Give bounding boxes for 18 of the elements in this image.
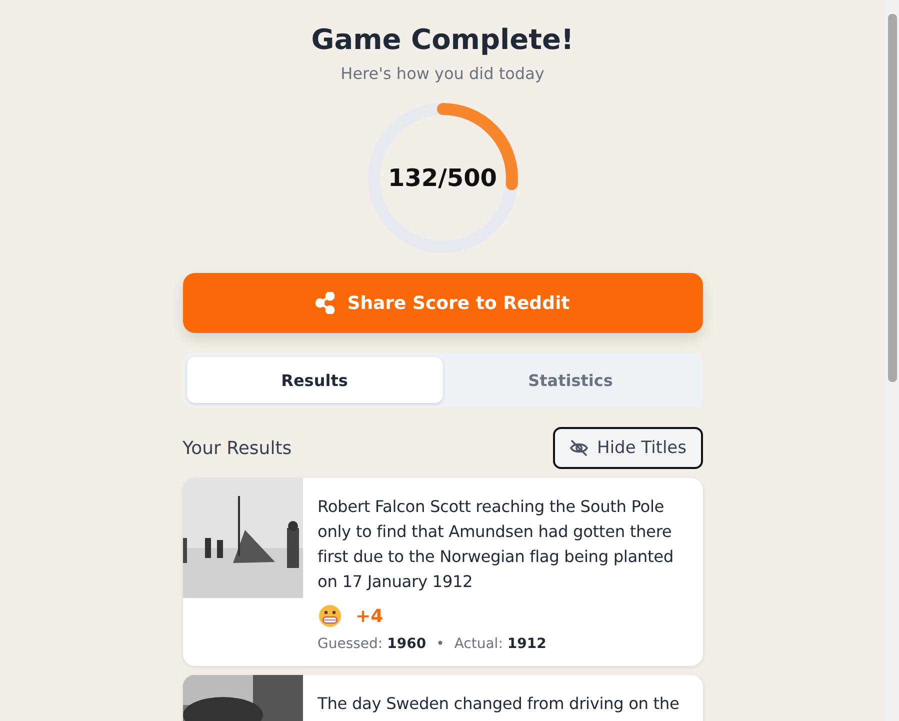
section-heading: Your Results: [182, 438, 292, 458]
page-title: Game Complete!: [311, 22, 574, 58]
share-icon: [315, 292, 336, 314]
points-earned: +4: [356, 606, 384, 626]
scrollbar-thumb[interactable]: [888, 14, 897, 382]
separator-dot: •: [436, 636, 444, 652]
actual-year: Actual: 1912: [454, 636, 546, 652]
score-text: 132/500: [388, 166, 497, 190]
tab[interactable]: Results: [186, 357, 442, 403]
eye-slash-icon: [569, 438, 590, 458]
event-title: The day Sweden changed from driving on the: [318, 693, 680, 715]
event-title: Robert Falcon Scott reaching the South Pole only to find that Amundsen had gotten there first due to the Norwegian flag being planted on 17 January 1912: [318, 496, 674, 593]
scrollbar[interactable]: [885, 0, 899, 721]
subtitle: Here's how you did today: [340, 64, 544, 83]
grimacing-emoji-icon: [318, 604, 342, 628]
guessed-year: Guessed: 1960: [318, 636, 426, 652]
tab[interactable]: Statistics: [442, 357, 698, 403]
hide-titles-button[interactable]: Hide Titles: [553, 427, 702, 469]
